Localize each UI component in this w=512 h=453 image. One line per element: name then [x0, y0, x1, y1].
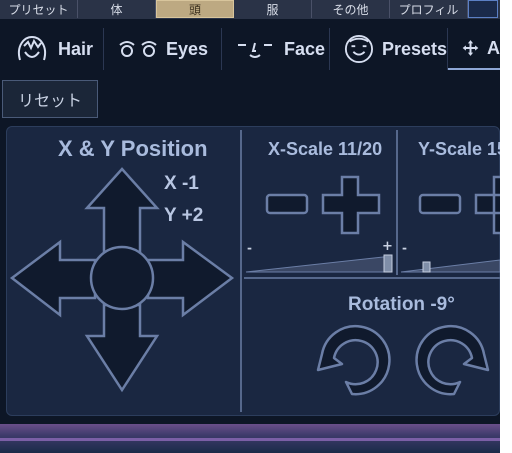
tab-hair[interactable]: Hair [0, 28, 104, 70]
tab-face[interactable]: Face [222, 28, 330, 70]
rotate-cw-icon [415, 324, 490, 396]
presets-icon [344, 34, 374, 64]
x-scale-min-label: - [247, 241, 252, 255]
eyes-icon [119, 41, 157, 57]
move-arrows-icon [462, 40, 479, 56]
rotate-ccw-icon [316, 324, 391, 396]
sub-nav-tabs: Hair Eyes Face Presets A [0, 28, 500, 70]
x-scale-max-label: + [382, 239, 393, 254]
rotation-title: Rotation -9° [348, 294, 455, 315]
y-scale-title: Y-Scale 15 [418, 139, 500, 159]
y-scale-slider-thumb[interactable] [422, 261, 431, 273]
y-scale-slider[interactable] [400, 254, 500, 274]
tab-eyes-label: Eyes [166, 38, 209, 59]
x-scale-slider-thumb[interactable] [383, 254, 393, 273]
position-title: X & Y Position [58, 136, 208, 161]
rotate-counterclockwise-button[interactable] [316, 324, 391, 396]
tab-head[interactable]: 頭 [156, 0, 234, 18]
tab-other[interactable]: その他 [312, 0, 390, 18]
tab-hair-label: Hair [58, 38, 94, 59]
x-scale-plus-button[interactable] [321, 175, 381, 235]
editor-window: プリセット 体 頭 服 その他 プロフィル Hair Eyes Face Pre… [0, 0, 500, 453]
rotate-clockwise-button[interactable] [415, 324, 490, 396]
tab-extra[interactable] [468, 0, 498, 18]
y-scale-minus-button[interactable] [418, 193, 462, 215]
tab-profile[interactable]: プロフィル [390, 0, 468, 18]
tab-eyes[interactable]: Eyes [104, 28, 222, 70]
arrow-down-button[interactable] [84, 303, 160, 393]
window-edge [500, 0, 512, 453]
tab-presets-label: Presets [381, 38, 447, 59]
arrow-right-button[interactable] [146, 239, 235, 318]
x-scale-title: X-Scale 11/20 [268, 139, 383, 159]
rotation-controls [316, 324, 490, 396]
category-tab-bar: プリセット 体 頭 服 その他 プロフィル [0, 0, 500, 19]
tab-body[interactable]: 体 [78, 0, 156, 18]
tab-clothes[interactable]: 服 [234, 0, 312, 18]
arrow-up-button[interactable] [84, 167, 160, 257]
bottom-accent-line [0, 438, 500, 441]
arrow-left-button[interactable] [9, 239, 97, 318]
y-scale-plus-button[interactable] [474, 175, 500, 235]
center-button[interactable] [89, 245, 155, 311]
panel-divider-horizontal [244, 277, 500, 279]
x-scale-slider[interactable] [245, 254, 395, 274]
position-dpad [9, 167, 235, 393]
x-scale-controls [265, 175, 381, 235]
face-icon [238, 42, 272, 58]
tab-presets[interactable]: Presets [330, 28, 448, 70]
tab-adjust-label: A [487, 37, 500, 58]
tab-presets-jp[interactable]: プリセット [0, 0, 78, 18]
y-scale-min-label: - [402, 241, 407, 255]
x-scale-minus-button[interactable] [265, 193, 309, 215]
tab-adjust[interactable]: A [448, 28, 500, 70]
y-scale-controls [418, 175, 500, 235]
hair-icon [18, 35, 46, 61]
tab-face-label: Face [284, 38, 326, 59]
reset-button[interactable]: リセット [2, 80, 98, 118]
panel-divider-left [240, 130, 242, 412]
